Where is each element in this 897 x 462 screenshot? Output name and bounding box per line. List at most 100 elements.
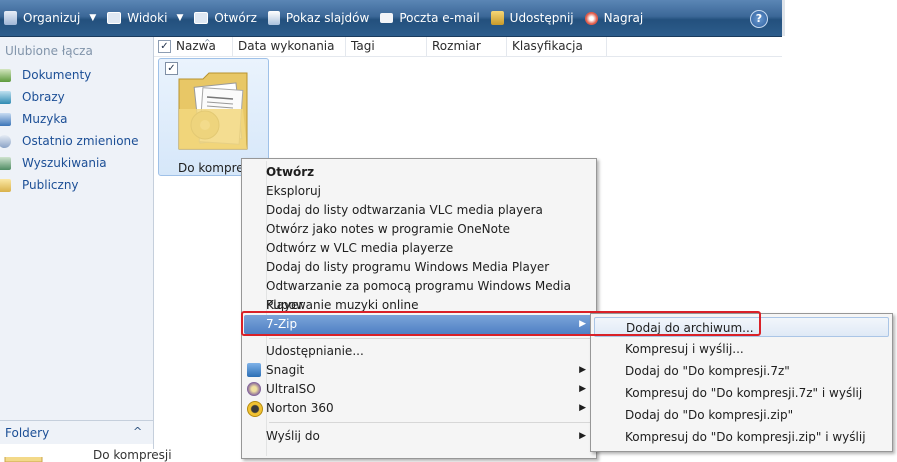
menu-item-label: UltraISO: [266, 382, 316, 396]
menu-item-label: Dodaj do listy programu Windows Media Pl…: [266, 260, 550, 274]
nav-item-label: Publiczny: [22, 178, 79, 192]
email-label: Poczta e-mail: [399, 11, 480, 25]
menu-item-onenote[interactable]: Otwórz jako notes w programie OneNote: [244, 220, 594, 239]
menu-item-ultraiso[interactable]: UltraISO ▶: [244, 380, 594, 399]
share-button[interactable]: Udostępnij: [487, 6, 581, 30]
slideshow-icon: [267, 11, 280, 25]
submenu-arrow-icon: ▶: [579, 365, 586, 375]
submenu-item-label: Kompresuj do "Do kompresji.zip" i wyślij: [625, 430, 866, 444]
favorite-links-header: Ulubione łącza: [5, 44, 93, 58]
column-tags[interactable]: Tagi: [346, 37, 427, 56]
menu-item-label: Norton 360: [266, 401, 334, 415]
help-icon[interactable]: ?: [750, 10, 768, 28]
submenu-item-label: Kompresuj do "Do kompresji.7z" i wyślij: [625, 386, 863, 400]
nav-item-label: Wyszukiwania: [22, 156, 107, 170]
menu-item-wmp-play[interactable]: Odtwarzanie za pomocą programu Windows M…: [244, 277, 594, 312]
nav-item-music[interactable]: Muzyka: [0, 110, 67, 128]
dropdown-arrow-icon: ▼: [89, 13, 97, 23]
column-date-label: Data wykonania: [238, 39, 335, 53]
slideshow-button[interactable]: Pokaz slajdów: [264, 6, 376, 30]
submenu-item-add-7z[interactable]: Dodaj do "Do kompresji.7z": [594, 361, 889, 381]
submenu-item-compress-7z-email[interactable]: Kompresuj do "Do kompresji.7z" i wyślij: [594, 383, 889, 403]
submenu-item-label: Kompresuj i wyślij...: [625, 342, 744, 356]
window-border: [782, 0, 785, 36]
burn-label: Nagraj: [603, 11, 644, 25]
submenu-item-label: Dodaj do "Do kompresji.zip": [625, 408, 794, 422]
menu-item-label: Snagit: [266, 363, 305, 377]
column-tags-label: Tagi: [351, 39, 375, 53]
nav-item-label: Dokumenty: [22, 68, 92, 82]
submenu-arrow-icon: ▶: [579, 403, 586, 413]
submenu-arrow-icon: ▶: [579, 431, 586, 441]
column-size-label: Rozmiar: [432, 39, 481, 53]
menu-item-label: Wyślij do: [266, 429, 320, 443]
column-rating[interactable]: Klasyfikacja: [507, 37, 607, 56]
select-all-checkbox[interactable]: ✓: [158, 40, 171, 53]
submenu-item-label: Dodaj do "Do kompresji.7z": [625, 364, 790, 378]
open-button[interactable]: Otwórz: [190, 6, 264, 30]
details-folder-name: Do kompresji: [93, 448, 172, 462]
menu-item-open[interactable]: Otwórz: [244, 163, 594, 182]
menu-item-label: Udostępnianie...: [266, 344, 364, 358]
norton-icon: [247, 401, 263, 417]
menu-item-sharing[interactable]: Udostępnianie...: [244, 342, 594, 361]
snagit-icon: [247, 363, 261, 377]
nav-item-label: Ostatnio zmienione: [22, 134, 139, 148]
menu-separator: [269, 422, 592, 423]
submenu-item-add-zip[interactable]: Dodaj do "Do kompresji.zip": [594, 405, 889, 425]
views-button[interactable]: Widoki ▼: [103, 6, 190, 30]
folders-label: Foldery: [5, 425, 50, 440]
sort-ascending-icon: ^: [204, 38, 211, 47]
share-icon: [490, 11, 504, 25]
nav-item-recent[interactable]: Ostatnio zmienione: [0, 132, 139, 150]
menu-separator: [269, 338, 592, 339]
column-date[interactable]: Data wykonania: [233, 37, 346, 56]
organize-icon: [4, 11, 17, 25]
organize-label: Organizuj: [23, 11, 81, 25]
nav-item-searches[interactable]: Wyszukiwania: [0, 154, 107, 172]
menu-item-label: Dodaj do listy odtwarzania VLC media pla…: [266, 203, 543, 217]
nav-item-public[interactable]: Publiczny: [0, 176, 79, 194]
menu-item-send-to[interactable]: Wyślij do ▶: [244, 427, 594, 446]
menu-item-label: Odtwórz w VLC media playerze: [266, 241, 454, 255]
dropdown-arrow-icon: ▼: [176, 13, 184, 23]
burn-button[interactable]: Nagraj: [581, 6, 651, 30]
menu-item-label: Otwórz: [266, 165, 315, 179]
menu-item-norton[interactable]: Norton 360 ▶: [244, 399, 594, 418]
submenu-item-compress-zip-email[interactable]: Kompresuj do "Do kompresji.zip" i wyślij: [594, 427, 889, 447]
nav-item-label: Muzyka: [22, 112, 68, 126]
nav-item-pictures[interactable]: Obrazy: [0, 88, 65, 106]
menu-item-label: Otwórz jako notes w programie OneNote: [266, 222, 511, 236]
slideshow-label: Pokaz slajdów: [285, 11, 370, 25]
folder-with-documents-icon: [178, 72, 248, 150]
highlight-annotation-box: [241, 311, 761, 336]
views-label: Widoki: [127, 11, 168, 25]
menu-item-vlc-play[interactable]: Odtwórz w VLC media playerze: [244, 239, 594, 258]
nav-item-label: Obrazy: [22, 90, 65, 104]
searches-icon: [0, 156, 11, 170]
context-menu: Otwórz Eksploruj Dodaj do listy odtwarza…: [241, 158, 597, 459]
documents-icon: [0, 68, 11, 82]
open-icon: [194, 12, 209, 24]
menu-item-snagit[interactable]: Snagit ▶: [244, 361, 594, 380]
organize-button[interactable]: Organizuj ▼: [0, 6, 103, 30]
burn-icon: [584, 11, 598, 25]
views-icon: [107, 12, 122, 24]
column-header-row: ✓ ^ Nazwa Data wykonania Tagi Rozmiar Kl…: [154, 37, 782, 57]
submenu-item-compress-email[interactable]: Kompresuj i wyślij...: [594, 339, 889, 359]
menu-item-explore[interactable]: Eksploruj: [244, 182, 594, 201]
command-toolbar: Organizuj ▼ Widoki ▼ Otwórz Pokaz slajdó…: [0, 0, 782, 37]
email-button[interactable]: Poczta e-mail: [376, 6, 486, 30]
public-folder-icon: [0, 178, 11, 192]
navigation-pane: Ulubione łącza Dokumenty Obrazy Muzyka O…: [0, 37, 154, 462]
column-size[interactable]: Rozmiar: [427, 37, 507, 56]
menu-item-wmp-add[interactable]: Dodaj do listy programu Windows Media Pl…: [244, 258, 594, 277]
open-label: Otwórz: [214, 11, 257, 25]
ultraiso-icon: [247, 382, 261, 396]
folder-item-label: Do kompres: [178, 161, 250, 175]
column-name[interactable]: ✓ ^ Nazwa: [154, 37, 233, 56]
folders-toggle[interactable]: Foldery ^: [0, 420, 153, 444]
nav-item-documents[interactable]: Dokumenty: [0, 66, 91, 84]
music-icon: [0, 112, 11, 126]
menu-item-vlc-add-playlist[interactable]: Dodaj do listy odtwarzania VLC media pla…: [244, 201, 594, 220]
